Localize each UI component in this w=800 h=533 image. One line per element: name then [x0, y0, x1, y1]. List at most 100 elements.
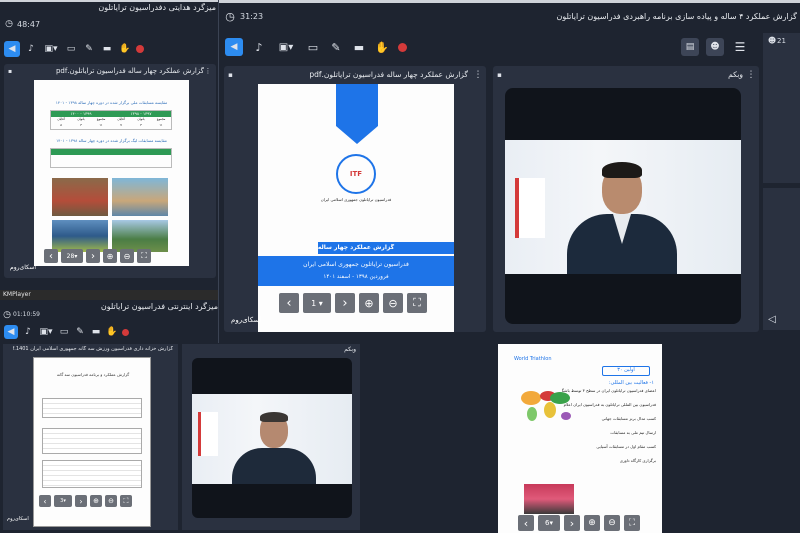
doc-table [42, 460, 142, 488]
toolbar: ◀ ♪ ▣▾ ▭ ✎ ▬ ✋ [4, 40, 174, 58]
pdf-panel-title: گزارش عملکرد چهار ساله فدراسیون ترایاتلو… [55, 67, 204, 75]
brush-icon[interactable]: ✎ [329, 39, 343, 55]
speaker-button[interactable]: ◀ [4, 41, 20, 57]
event-photo [524, 484, 574, 514]
camera-icon[interactable]: ▣▾ [38, 326, 54, 338]
menu-icon[interactable]: ☰ [731, 38, 749, 56]
video-banner-logo [515, 178, 545, 238]
folder-icon[interactable]: ▬ [352, 39, 366, 55]
bullet-list: اعضای فدراسیون ترایاتلون ایران در سطح ۳ … [562, 388, 656, 488]
zoom-in-button[interactable]: ⊕ [359, 293, 379, 313]
data-table [50, 148, 172, 168]
camera-icon[interactable]: ▣▾ [42, 42, 60, 56]
prev-page-button[interactable]: ‹ [279, 293, 299, 313]
page-select[interactable]: 6 ▾ [538, 515, 560, 531]
folder-icon[interactable]: ▬ [100, 42, 114, 56]
prev-page-button[interactable]: ‹ [518, 515, 534, 531]
session-timer: 01:10:59 [13, 311, 40, 318]
person-body [232, 448, 316, 484]
zoom-in-button[interactable]: ⊕ [103, 249, 117, 263]
doc-heading: گزارش عملکرد و برنامه فدراسیون سه گانه [56, 372, 130, 377]
zoom-out-button[interactable]: ⊖ [105, 495, 117, 507]
webcam-panel: وبکم ⋮ ▪ [493, 66, 759, 332]
webcam-panel: وبکم [182, 344, 360, 530]
watermark: اسکای‌روم [231, 316, 262, 324]
table-cell: ۸ [60, 123, 62, 127]
watermark: اسکای‌روم [7, 516, 29, 522]
record-button[interactable] [136, 45, 144, 53]
brand-logo: World Triathlon [514, 356, 552, 362]
window-back-3: World Triathlon اولین ۳۰ ۱- فعالیت بین ا… [362, 343, 800, 533]
speaker-button[interactable]: ◀ [4, 325, 18, 339]
next-page-button[interactable]: › [75, 495, 87, 507]
camera-icon[interactable]: ▣▾ [275, 39, 297, 55]
toolbar-right: ▤ ☻ ☰ [681, 38, 753, 56]
users-button[interactable]: ☻ [706, 38, 724, 56]
person-hair [260, 412, 288, 422]
zoom-out-button[interactable]: ⊖ [604, 515, 620, 531]
page-number: 1 [311, 298, 317, 308]
zoom-in-button[interactable]: ⊕ [584, 515, 600, 531]
page-number: 6 [545, 519, 550, 527]
screen-share-icon[interactable]: ▭ [306, 39, 320, 55]
participants-count: 21 [777, 37, 786, 45]
doc-title: مقایسه مسابقات ملی برگزار شده در دوره چه… [55, 100, 168, 105]
record-button[interactable] [398, 42, 407, 52]
next-page-button[interactable]: › [86, 249, 100, 263]
microphone-icon[interactable]: ♪ [24, 42, 38, 56]
folder-icon[interactable]: ▬ [90, 326, 102, 338]
microphone-icon[interactable]: ♪ [22, 326, 34, 338]
window-main: گزارش عملکرد ۴ ساله و پیاده سازی برنامه … [218, 0, 800, 345]
pdf-pager: ‹ 6 ▾ › ⊕ ⊖ ⛶ [518, 515, 668, 531]
video-banner-logo [198, 412, 218, 456]
page-select[interactable]: 28 ▾ [61, 249, 83, 263]
toolbar: ◀ ♪ ▣▾ ▭ ✎ ▬ ✋ [225, 37, 445, 57]
next-page-button[interactable]: › [564, 515, 580, 531]
page-select[interactable]: 3 ▾ [54, 495, 72, 507]
window-back-1: میزگرد هدایتی دفدراسیون ترایاتلون ◷ 48:4… [0, 0, 222, 290]
users-icon: ☻ [767, 35, 777, 45]
speaker-button[interactable]: ◀ [225, 38, 243, 56]
pdf-panel-title: گزارش عملکرد چهار ساله فدراسیون ترایاتلو… [309, 70, 468, 79]
session-timer: 31:23 [240, 12, 264, 21]
hand-icon[interactable]: ✋ [375, 39, 389, 55]
screen-share-icon[interactable]: ▭ [58, 326, 70, 338]
record-button[interactable] [122, 328, 129, 336]
session-timer: 48:47 [17, 20, 41, 29]
prev-page-button[interactable]: ‹ [39, 495, 51, 507]
list-item: اعضای فدراسیون ترایاتلون ایران در سطح ۳ … [562, 388, 656, 393]
list-item: کسب مقام اول در مسابقات آسیایی [596, 444, 656, 449]
chat-panel: ◁ [763, 188, 800, 330]
zoom-out-button[interactable]: ⊖ [383, 293, 403, 313]
prev-page-button[interactable]: ‹ [44, 249, 58, 263]
participants-panel: ☻ 21 [763, 33, 800, 183]
window-back-2-webcam: وبکم [180, 343, 362, 533]
page-select[interactable]: 1 ▾ [303, 293, 331, 313]
panel-icon: ▪ [497, 70, 502, 79]
more-icon[interactable]: ⋮ [204, 67, 212, 75]
list-item: ارسال تیم ملی به مسابقات [610, 430, 656, 435]
fullscreen-button[interactable]: ⛶ [137, 249, 151, 263]
screen-share-icon[interactable]: ▭ [64, 42, 78, 56]
brush-icon[interactable]: ✎ [82, 42, 96, 56]
cover-title-2: فدراسیون ترایاتلون جمهوری اسلامی ایران [303, 261, 409, 268]
hand-icon[interactable]: ✋ [106, 326, 118, 338]
send-icon[interactable]: ◁ [765, 312, 779, 326]
hand-icon[interactable]: ✋ [118, 42, 132, 56]
more-icon[interactable]: ⋮ [474, 70, 483, 80]
fullscreen-button[interactable]: ⛶ [407, 293, 427, 313]
brush-icon[interactable]: ✎ [74, 326, 86, 338]
chat-button[interactable]: ▤ [681, 38, 699, 56]
zoom-in-button[interactable]: ⊕ [90, 495, 102, 507]
person-hair [602, 162, 642, 178]
pdf-panel: گزارش خزانه داری فدراسیون ورزش سه گانه ج… [3, 344, 178, 530]
microphone-icon[interactable]: ♪ [252, 39, 266, 55]
zoom-out-button[interactable]: ⊖ [120, 249, 134, 263]
table-cell: ۱۱ [159, 123, 163, 127]
kmplayer-label: KMPlayer [3, 291, 31, 298]
more-icon[interactable]: ⋮ [747, 70, 756, 80]
fullscreen-button[interactable]: ⛶ [120, 495, 132, 507]
fullscreen-button[interactable]: ⛶ [624, 515, 640, 531]
next-page-button[interactable]: › [335, 293, 355, 313]
clock-icon: ◷ [225, 9, 235, 23]
